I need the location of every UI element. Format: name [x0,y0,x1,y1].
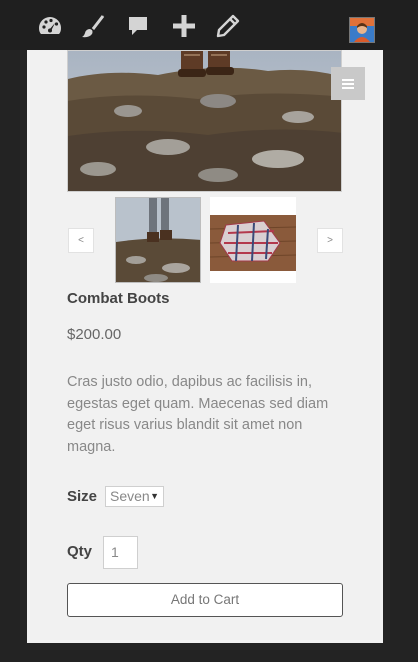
plus-icon[interactable] [170,12,198,40]
product-price: $200.00 [67,326,122,343]
qty-label: Qty [67,543,93,560]
product-panel: < > Combat Boots $200.00 Cras justo odio… [27,50,383,643]
pencil-icon[interactable] [214,12,242,40]
gallery-next-button[interactable]: > [317,228,343,253]
user-avatar[interactable] [349,17,375,43]
brush-icon[interactable] [80,12,108,40]
caret-down-icon: ▼ [150,491,159,501]
gallery-thumbnail-shirt[interactable] [210,197,296,283]
dashboard-icon[interactable] [36,12,64,40]
size-select[interactable]: Seven ▼ [105,486,164,507]
size-select-value: Seven [110,488,150,504]
comment-icon[interactable] [124,12,152,40]
hamburger-icon [342,78,354,89]
add-to-cart-button[interactable]: Add to Cart [67,583,343,617]
gallery-thumbnail-boots[interactable] [115,197,201,283]
menu-button[interactable] [331,67,365,100]
product-title: Combat Boots [67,290,170,307]
product-description: Cras justo odio, dapibus ac facilisis in… [67,374,329,455]
qty-input[interactable]: 1 [103,536,138,569]
size-label: Size [67,488,98,505]
gallery-prev-button[interactable]: < [68,228,94,253]
product-main-image [67,50,342,192]
top-toolbar [0,0,418,50]
